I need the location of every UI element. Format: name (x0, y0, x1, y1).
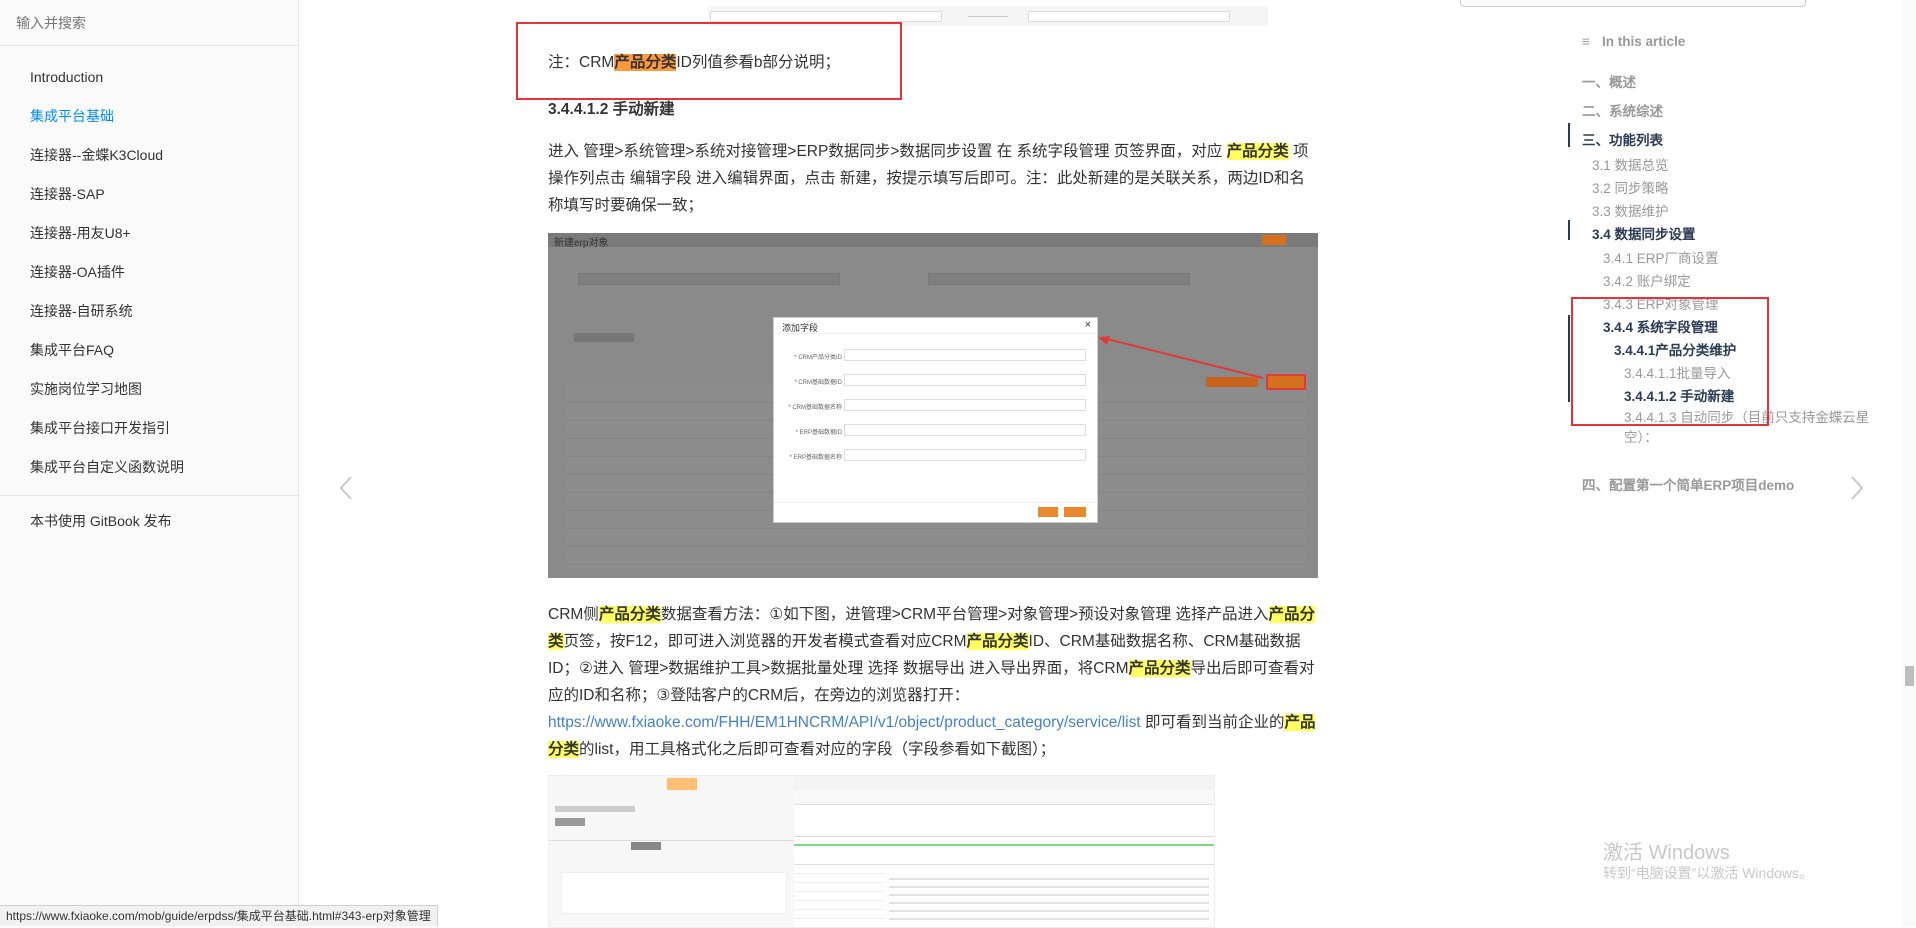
floating-panel-edge (1460, 0, 1806, 7)
toc-item-3-4-1[interactable]: 3.4.1 ERP厂商设置 (1603, 247, 1719, 267)
modal-field-label: * CRM基础数据ID (794, 380, 842, 386)
toc-item-system-summary[interactable]: 二、系统综述 (1582, 100, 1663, 120)
scrollbar-thumb[interactable] (1905, 666, 1914, 686)
section-heading: 3.4.4.1.2 手动新建 (548, 101, 675, 118)
p2-text-a: CRM侧 (548, 606, 599, 623)
sidebar-item-oa[interactable]: 连接器-OA插件 (0, 253, 298, 292)
sidebar-item-integration-basics[interactable]: 集成平台基础 (0, 97, 298, 136)
modal-field-label: * CRM基础数据名称 (788, 405, 842, 411)
toc-item-3-2[interactable]: 3.2 同步策略 (1592, 177, 1669, 197)
sidebar-item-learning-map[interactable]: 实施岗位学习地图 (0, 370, 298, 409)
p2-text-c: 页签，按F12，即可进入浏览器的开发者模式查看对应CRM (563, 633, 967, 650)
p2-keyword: 产品分类 (598, 606, 661, 623)
screenshot-title: 新建erp对象 (554, 238, 609, 249)
gitbook-publish-link[interactable]: 本书使用 GitBook 发布 (0, 502, 298, 541)
note-prefix: 注：CRM (548, 54, 615, 71)
screenshot-devtools (548, 775, 1215, 928)
search-input[interactable] (14, 13, 284, 32)
sidebar: Introduction 集成平台基础 连接器--金蝶K3Cloud 连接器-S… (0, 0, 299, 926)
toc-item-feature-list[interactable]: 三、功能列表 (1582, 129, 1663, 149)
close-icon: × (1084, 319, 1091, 331)
p1-keyword: 产品分类 (1226, 143, 1289, 160)
sidebar-item-sap[interactable]: 连接器-SAP (0, 175, 298, 214)
modal-field-label: * ERP基础数据名称 (789, 455, 842, 461)
sidebar-nav: Introduction 集成平台基础 连接器--金蝶K3Cloud 连接器-S… (0, 46, 298, 487)
paragraph-crm-view: CRM侧产品分类数据查看方法：①如下图，进管理>CRM平台管理>对象管理>预设对… (548, 601, 1318, 763)
p2-keyword: 产品分类 (1128, 660, 1191, 677)
toc-item-3-4[interactable]: 3.4 数据同步设置 (1592, 223, 1696, 243)
api-link[interactable]: https://www.fxiaoke.com/FHH/EM1HNCRM/API… (548, 714, 1141, 731)
sidebar-item-k3cloud[interactable]: 连接器--金蝶K3Cloud (0, 136, 298, 175)
toc-header: ≡ In this article (1582, 34, 1685, 49)
page-scrollbar[interactable] (1902, 0, 1916, 926)
toc-active-bar (1568, 315, 1570, 389)
toc-item-demo[interactable]: 四、配置第一个简单ERP项目demo (1582, 474, 1794, 494)
modal-field-label: * CRM产品分类ID (794, 355, 842, 361)
note-text: 注：CRM产品分类ID列值参看b部分说明； (548, 49, 840, 76)
next-page-arrow[interactable] (1843, 474, 1871, 502)
chevron-left-icon (339, 476, 352, 500)
sidebar-item-faq[interactable]: 集成平台FAQ (0, 331, 298, 370)
paragraph-manual-create: 进入 管理>系统管理>系统对接管理>ERP数据同步>数据同步设置 在 系统字段管… (548, 138, 1318, 219)
browser-status-url: https://www.fxiaoke.com/mob/guide/erpdss… (0, 905, 438, 926)
sidebar-item-custom-functions[interactable]: 集成平台自定义函数说明 (0, 448, 298, 487)
prev-page-arrow[interactable] (332, 474, 360, 502)
p2-text-b: 数据查看方法：①如下图，进管理>CRM平台管理>对象管理>预设对象管理 选择产品… (660, 606, 1269, 623)
p1-text-a: 进入 管理>系统管理>系统对接管理>ERP数据同步>数据同步设置 在 系统字段管… (548, 143, 1227, 160)
note-suffix: ID列值参看b部分说明； (676, 54, 840, 71)
add-field-modal: 添加字段 × * CRM产品分类ID * CRM基础数据ID * CRM基础数据… (773, 317, 1098, 523)
toc-item-overview[interactable]: 一、概述 (1582, 71, 1636, 91)
sidebar-item-u8[interactable]: 连接器-用友U8+ (0, 214, 298, 253)
red-arrow-annotation (1098, 336, 1264, 379)
p2-keyword: 产品分类 (966, 633, 1029, 650)
list-icon: ≡ (1582, 34, 1590, 49)
note-keyword: 产品分类 (614, 54, 677, 71)
screenshot-add-field-dialog: 新建erp对象 添加字段 × * CRM产品分类ID * CRM基础数据ID *… (548, 233, 1318, 578)
toc-item-3-4-2[interactable]: 3.4.2 账户绑定 (1603, 270, 1691, 290)
toc-active-bar (1568, 123, 1570, 147)
sidebar-item-introduction[interactable]: Introduction (0, 58, 298, 97)
toc-active-bar (1568, 220, 1570, 240)
toc-active-bar (1568, 382, 1570, 402)
toc-item-3-3[interactable]: 3.3 数据维护 (1592, 200, 1669, 220)
windows-activation-hint: 转到“电脑设置”以激活 Windows。 (1603, 865, 1814, 881)
search-bar (0, 0, 298, 46)
article-content: 注：CRM产品分类ID列值参看b部分说明； 3.4.4.1.2 手动新建 进入 … (516, 0, 1318, 928)
chevron-right-icon (1851, 476, 1864, 500)
toc-item-3-1[interactable]: 3.1 数据总览 (1592, 154, 1669, 174)
modal-field-label: * ERP基础数据ID (795, 430, 842, 436)
sidebar-item-custom-system[interactable]: 连接器-自研系统 (0, 292, 298, 331)
sidebar-divider (0, 495, 298, 496)
toc-highlight-box (1571, 297, 1769, 426)
p2-text-f: 即可看到当前企业的 (1140, 714, 1285, 731)
sidebar-item-api-guide[interactable]: 集成平台接口开发指引 (0, 409, 298, 448)
toc-title: In this article (1602, 34, 1686, 49)
p2-text-g: 的list，用工具格式化之后即可查看对应的字段（字段参看如下截图）； (579, 741, 1056, 758)
windows-activation-title: 激活 Windows (1603, 842, 1730, 864)
